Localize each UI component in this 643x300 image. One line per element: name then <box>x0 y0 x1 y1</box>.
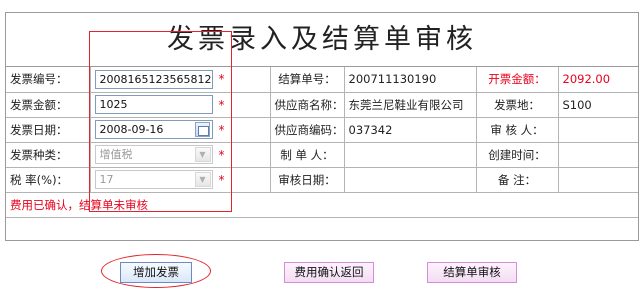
settlement-number-value: 200711130190 <box>343 67 477 93</box>
settlement-number-label: 结算单号： <box>269 67 345 93</box>
invoice-amount-input[interactable]: 1025 <box>94 95 213 114</box>
status-message: 费用已确认，结算单未审核 <box>6 191 638 218</box>
supplier-name-value: 东莞兰尼鞋业有限公司 <box>343 91 477 118</box>
invoice-type-select[interactable]: 增值税 ▼ <box>94 145 213 164</box>
remarks-label: 备 注： <box>475 166 559 193</box>
created-time-value <box>557 141 638 168</box>
page-title: 发票录入及结算单审核 <box>6 13 638 67</box>
creator-label: 制 单 人： <box>269 141 345 168</box>
invoice-date-input[interactable]: 2008-09-16 <box>94 120 213 139</box>
approve-settlement-button[interactable]: 结算单审核 <box>427 262 517 283</box>
invoice-number-label: 发票编号： <box>6 67 91 93</box>
invoice-location-value: S100 <box>557 91 638 118</box>
table-row: 发票日期： 2008-09-16 * 供应商编码： 037342 审 核 人： <box>6 116 638 143</box>
review-date-label: 审核日期： <box>269 166 345 193</box>
supplier-code-value: 037342 <box>343 116 477 143</box>
calendar-icon[interactable] <box>194 122 210 137</box>
invoice-location-label: 发票地： <box>475 91 559 118</box>
chevron-down-icon[interactable]: ▼ <box>194 172 211 187</box>
confirm-return-button[interactable]: 费用确认返回 <box>284 262 374 283</box>
status-row: 费用已确认，结算单未审核 <box>6 191 638 218</box>
table-row: 发票金额： 1025 * 供应商名称： 东莞兰尼鞋业有限公司 发票地： S100 <box>6 91 638 118</box>
tax-rate-label: 税 率(%)： <box>6 166 91 193</box>
reviewer-label: 审 核 人： <box>475 116 559 143</box>
table-row: 发票种类： 增值税 ▼ * 制 单 人： 创建时间： <box>6 141 638 168</box>
invoice-type-value: 增值税 <box>99 148 133 161</box>
supplier-code-label: 供应商编码： <box>269 116 345 143</box>
table-row: 税 率(%)： 17 ▼ * 审核日期： 备 注： <box>6 166 638 193</box>
tax-rate-value: 17 <box>99 173 114 186</box>
required-mark: * <box>218 97 225 112</box>
required-mark: * <box>218 172 225 187</box>
form-frame: 发票录入及结算单审核 发票编号： 2008165123565812 * 结算单号：… <box>5 12 639 241</box>
required-mark: * <box>218 122 225 137</box>
reviewer-value <box>557 116 638 143</box>
table-row: 发票编号： 2008165123565812 * 结算单号： 2007111301… <box>6 67 638 93</box>
creator-value <box>343 141 477 168</box>
invoice-date-value: 2008-09-16 <box>99 123 164 136</box>
supplier-name-label: 供应商名称： <box>269 91 345 118</box>
required-mark: * <box>218 72 225 87</box>
chevron-down-icon[interactable]: ▼ <box>194 147 211 162</box>
created-time-label: 创建时间： <box>475 141 559 168</box>
review-date-value <box>343 166 477 193</box>
invoice-date-label: 发票日期： <box>6 116 91 143</box>
required-mark: * <box>218 147 225 162</box>
billing-amount-value: 2092.00 <box>557 67 638 93</box>
tax-rate-select[interactable]: 17 ▼ <box>94 170 213 189</box>
invoice-number-input[interactable]: 2008165123565812 <box>94 69 213 89</box>
billing-amount-label: 开票金额： <box>475 67 559 93</box>
add-invoice-button[interactable]: 增加发票 <box>120 262 192 283</box>
remarks-value <box>557 166 638 193</box>
invoice-type-label: 发票种类： <box>6 141 91 168</box>
invoice-form-table: 发票编号： 2008165123565812 * 结算单号： 2007111301… <box>6 67 638 218</box>
invoice-amount-label: 发票金额： <box>6 91 91 118</box>
action-bar: 增加发票 费用确认返回 结算单审核 <box>0 258 643 288</box>
